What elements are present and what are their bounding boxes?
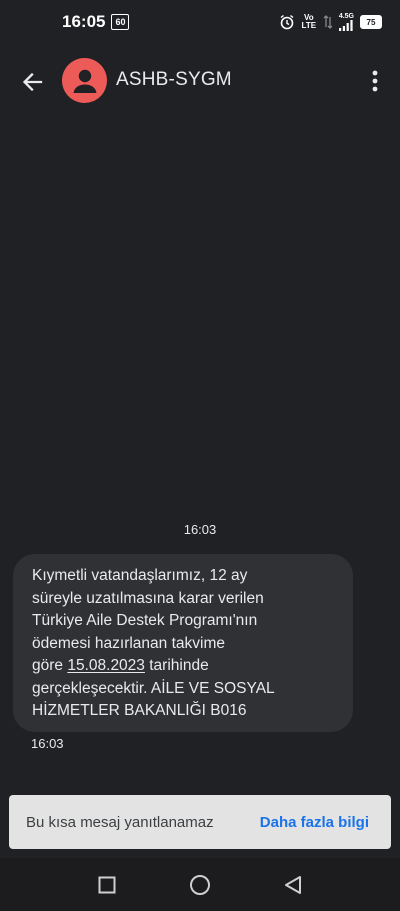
status-icons: Vo LTE 4.5G 75 (279, 13, 382, 31)
message-timestamp: 16:03 (31, 736, 64, 751)
date-link[interactable]: 15.08.2023 (67, 657, 145, 674)
more-vert-icon (372, 70, 378, 92)
message-line: göre 15.08.2023 tarihinde (32, 655, 339, 678)
avatar[interactable] (62, 58, 107, 103)
signal-icon: 4.5G (338, 13, 354, 31)
arrow-back-icon (22, 72, 43, 92)
message-line: Kıymetli vatandaşlarımız, 12 ay (32, 567, 248, 584)
status-left: 16:05 60 (62, 12, 130, 32)
message-line: Türkiye Aile Destek Programı'nın (32, 612, 258, 629)
message-line: süreyle uzatılmasına karar verilen (32, 589, 264, 607)
person-icon (73, 69, 96, 93)
back-button[interactable] (18, 68, 46, 96)
square-icon (98, 876, 116, 893)
message-text: tarihinde (144, 657, 209, 674)
data-arrows-icon (323, 15, 333, 29)
nav-back-button[interactable] (280, 872, 306, 898)
message-line: HİZMETLER BAKANLIĞI B016 (32, 702, 247, 719)
conversation-header: ASHB-SYGM (0, 56, 400, 106)
more-options-button[interactable] (362, 66, 388, 96)
data-saver-icon: 60 (111, 14, 130, 30)
contact-name[interactable]: ASHB-SYGM (116, 69, 232, 91)
home-button[interactable] (187, 872, 213, 898)
message-bubble[interactable]: Kıymetli vatandaşlarımız, 12 ay süreyle … (13, 554, 353, 732)
status-bar: 16:05 60 Vo LTE 4.5G 75 (0, 0, 400, 44)
volte-icon: Vo LTE (301, 13, 317, 30)
network-type: 4.5G (338, 13, 354, 20)
battery-icon: 75 (360, 15, 382, 29)
alarm-icon (279, 14, 295, 30)
triangle-back-icon (285, 875, 302, 894)
thread-timestamp: 16:03 (183, 522, 217, 537)
recents-button[interactable] (94, 872, 120, 898)
message-line: gerçekleşecektir. AİLE VE SOSYAL (32, 679, 275, 697)
reply-disabled-banner: Bu kısa mesaj yanıtlanamaz Daha fazla bi… (9, 795, 391, 849)
system-nav-bar (0, 858, 400, 911)
status-time: 16:05 (62, 12, 106, 31)
more-info-link[interactable]: Daha fazla bilgi (260, 814, 369, 831)
message-text: göre (32, 657, 68, 674)
circle-icon (189, 874, 210, 895)
reply-disabled-notice: Bu kısa mesaj yanıtlanamaz (26, 813, 214, 831)
message-line: ödemesi hazırlanan takvime (32, 634, 225, 652)
